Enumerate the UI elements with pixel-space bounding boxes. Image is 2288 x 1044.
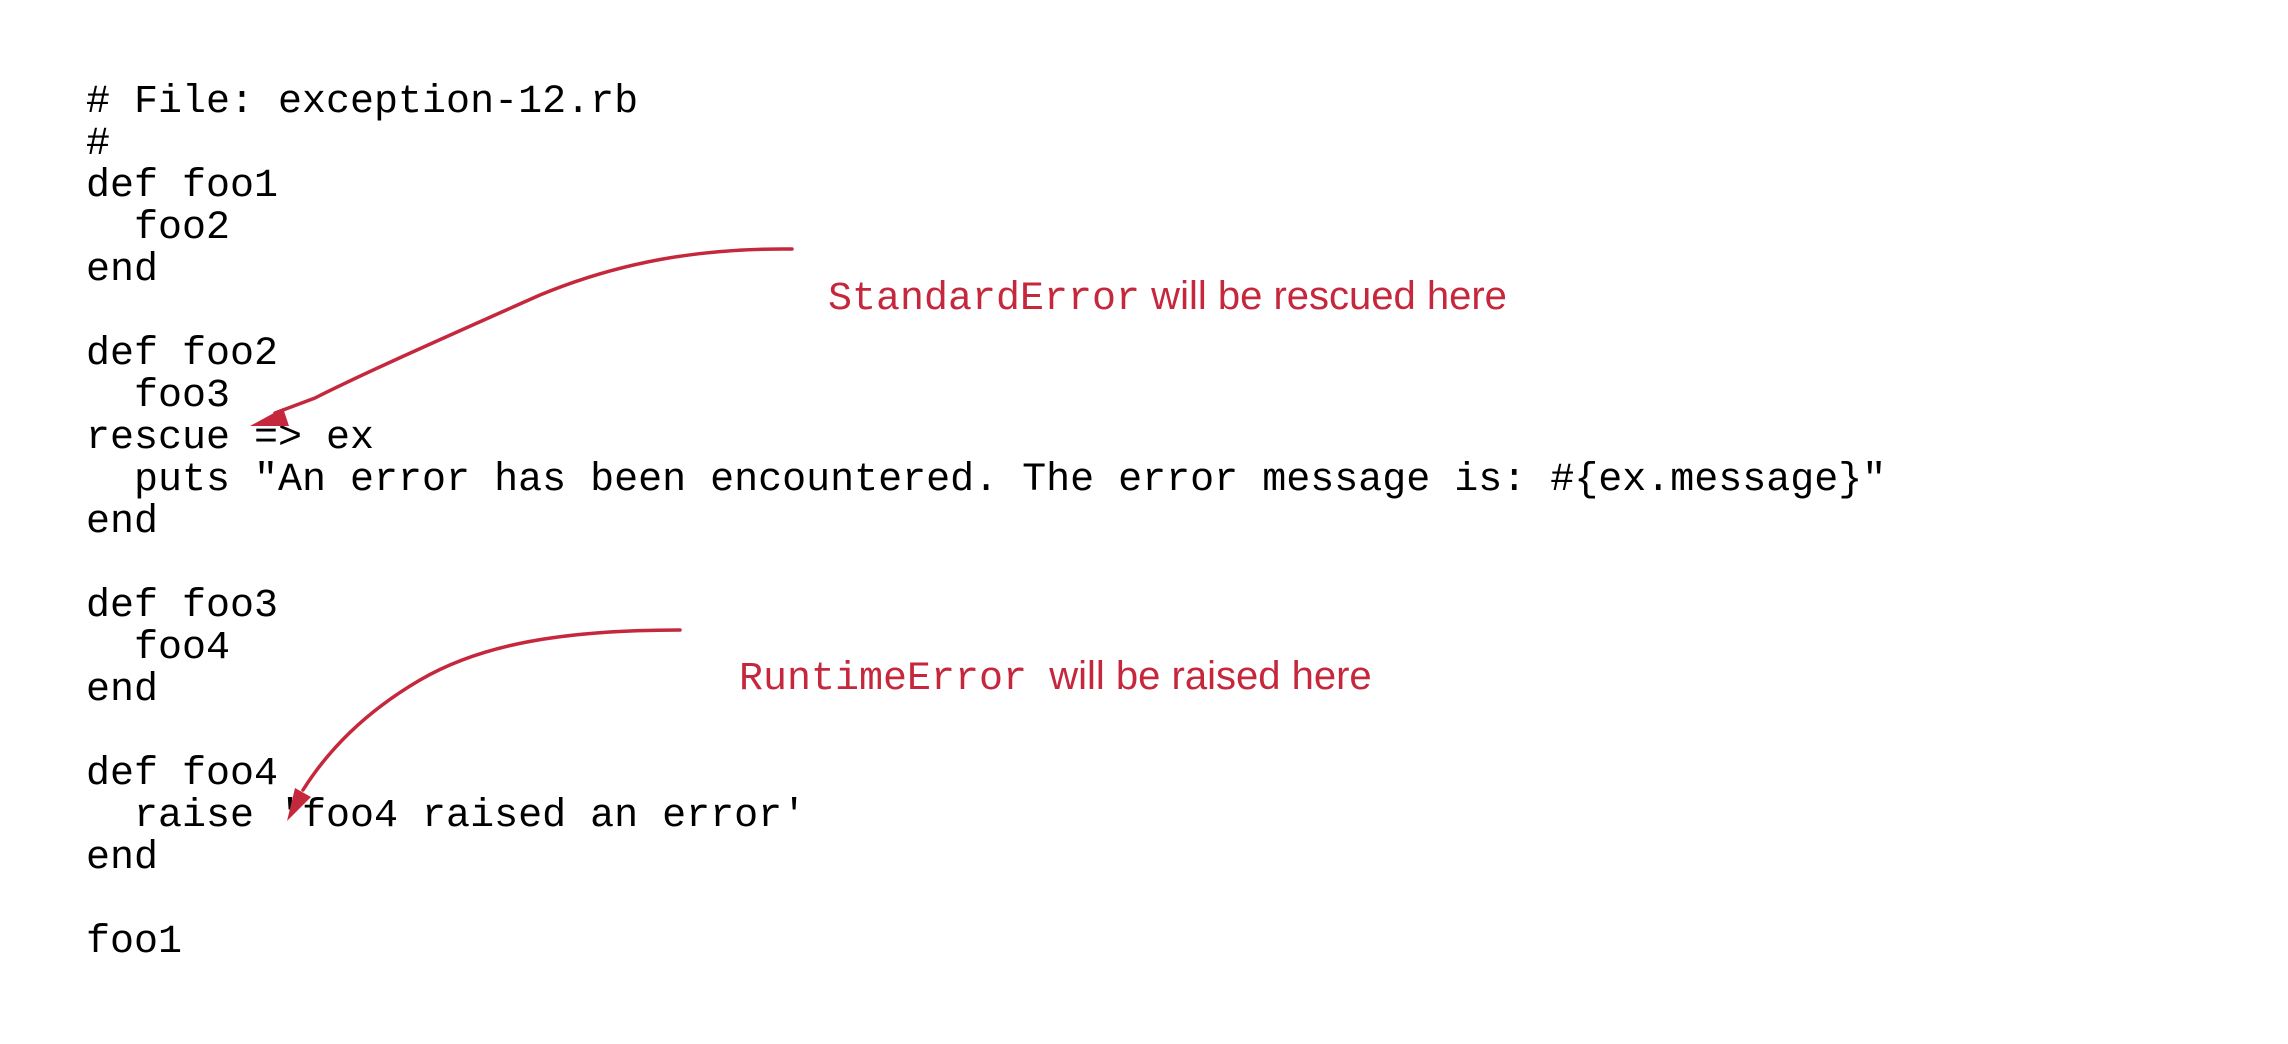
arrow-raised-head: [287, 788, 311, 821]
diagram-canvas: # File: exception-12.rb # def foo1 foo2 …: [0, 0, 2288, 1044]
arrow-rescued-line: [273, 247, 794, 415]
annotation-arrows: [250, 247, 794, 821]
arrow-raised-line: [301, 628, 682, 792]
arrow-rescued-head: [250, 408, 289, 426]
